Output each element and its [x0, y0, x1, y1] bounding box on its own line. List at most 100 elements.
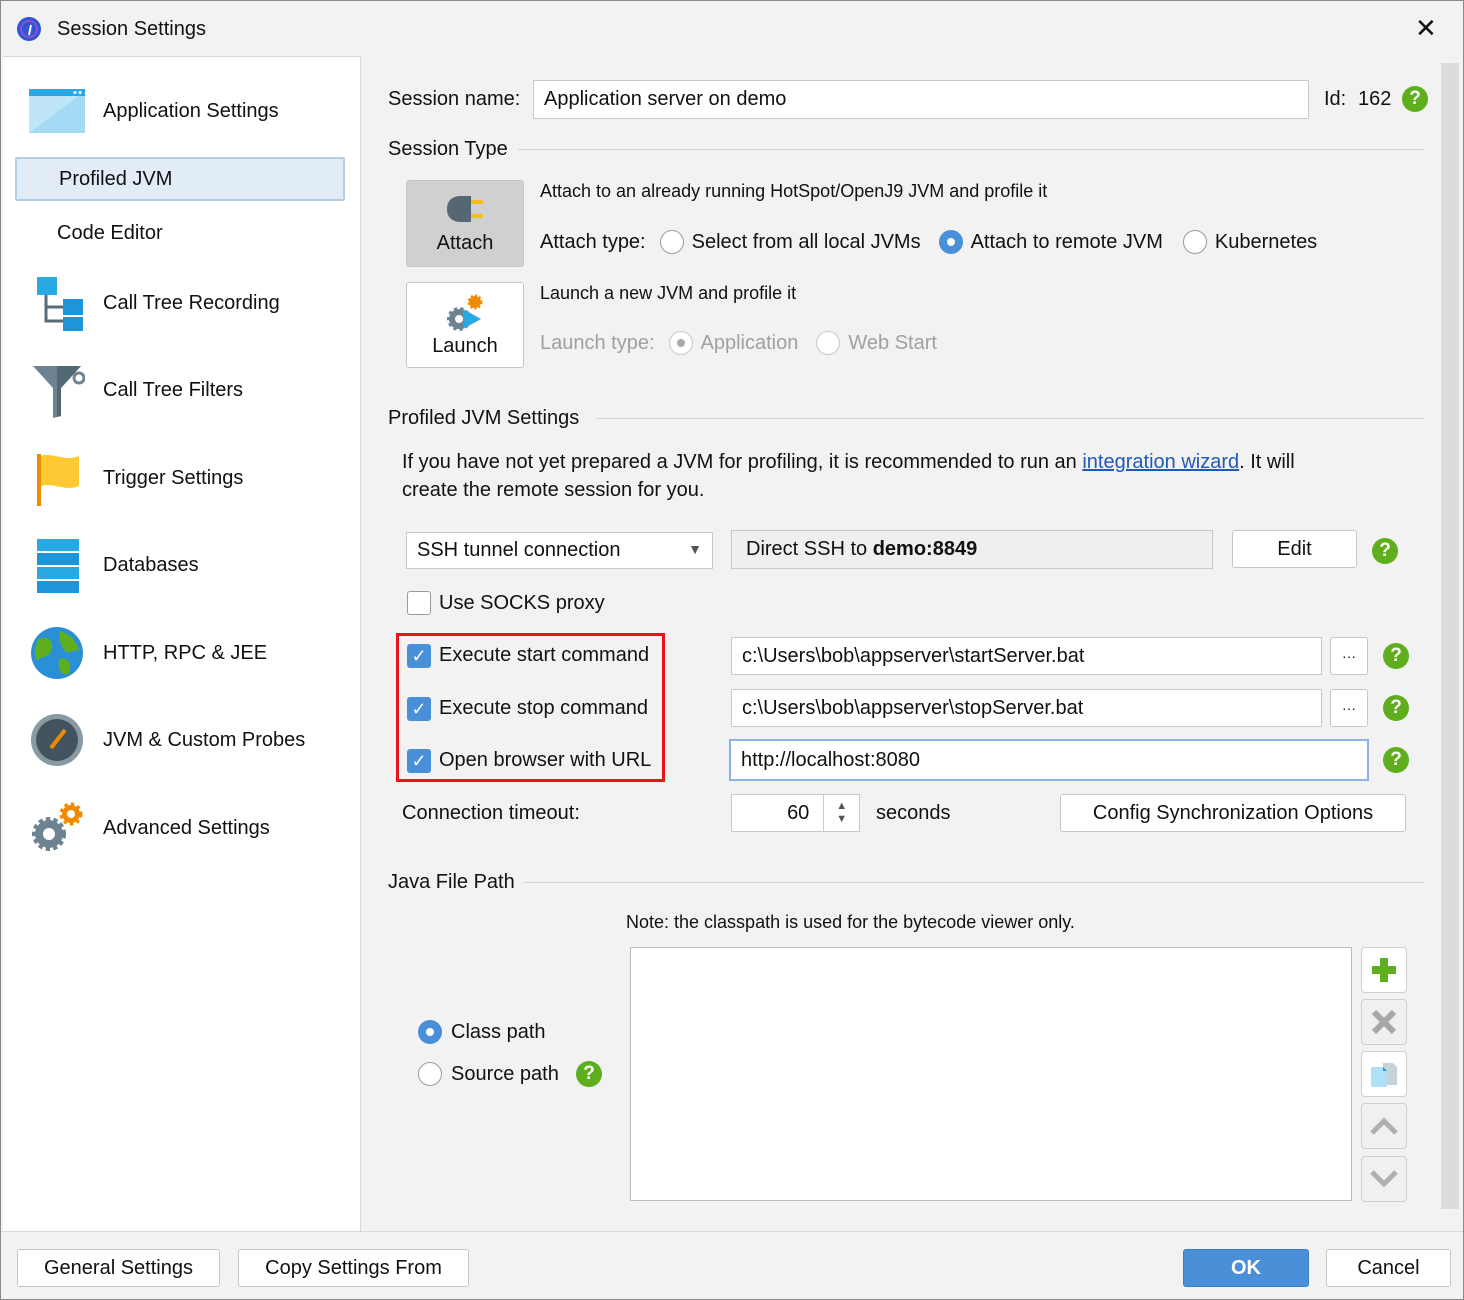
plus-icon: [1372, 958, 1396, 982]
info-text: If you have not yet prepared a JVM for p…: [402, 451, 1083, 473]
launch-description: Launch a new JVM and profile it: [540, 283, 797, 303]
timeout-unit: seconds: [876, 802, 951, 824]
browser-url-value: http://localhost:8080: [741, 748, 921, 771]
sidebar-item-profiled-jvm[interactable]: Profiled JVM: [15, 157, 345, 201]
radio-label: Application: [700, 331, 799, 354]
connection-type-value: SSH tunnel connection: [417, 539, 621, 561]
section-heading: Profiled JVM Settings: [388, 406, 580, 429]
start-command-checkbox[interactable]: ✓: [407, 644, 431, 668]
title-bar: Session Settings ✕: [1, 1, 1463, 56]
sidebar-item-label: Profiled JVM: [59, 167, 173, 190]
stop-command-input[interactable]: c:\Users\bob\appserver\stopServer.bat: [731, 689, 1322, 727]
stop-command-checkbox[interactable]: ✓: [407, 697, 431, 721]
sidebar: Application Settings Profiled JVM Code E…: [3, 56, 361, 1231]
radio-web-start[interactable]: [816, 331, 841, 355]
start-command-input[interactable]: c:\Users\bob\appserver\startServer.bat: [731, 637, 1322, 675]
radio-remote-jvm[interactable]: [938, 230, 963, 254]
class-path-option[interactable]: Class path: [418, 1020, 546, 1044]
chevron-up-icon: [1370, 1117, 1398, 1135]
info-text: create the remote session for you.: [402, 479, 705, 501]
radio-class-path[interactable]: [418, 1020, 442, 1044]
sidebar-item-call-tree-recording[interactable]: Call Tree Recording: [3, 273, 361, 333]
general-settings-button[interactable]: General Settings: [17, 1249, 220, 1287]
edit-button[interactable]: Edit: [1232, 530, 1357, 568]
connection-type-select[interactable]: SSH tunnel connection ▼: [406, 532, 713, 569]
ok-button[interactable]: OK: [1183, 1249, 1309, 1287]
attach-type-row: Attach type: Select from all local JVMs …: [540, 230, 1317, 254]
path-list[interactable]: [630, 947, 1352, 1201]
radio-label: Web Start: [848, 331, 937, 354]
help-icon[interactable]: ?: [1383, 643, 1409, 669]
timeout-value: 60: [787, 801, 810, 824]
radio-label: Class path: [451, 1020, 546, 1043]
session-name-label: Session name:: [388, 88, 521, 110]
browse-stop-button[interactable]: ···: [1330, 689, 1368, 727]
attach-button[interactable]: Attach: [406, 180, 524, 267]
help-icon[interactable]: ?: [1383, 747, 1409, 773]
flag-icon: [37, 454, 79, 506]
open-browser-checkbox[interactable]: ✓: [407, 749, 431, 773]
socks-proxy-label: Use SOCKS proxy: [439, 592, 605, 614]
sidebar-item-code-editor[interactable]: Code Editor: [15, 211, 345, 255]
start-command-label: Execute start command: [439, 644, 650, 666]
browser-url-input[interactable]: http://localhost:8080: [729, 739, 1369, 781]
add-button[interactable]: [1361, 947, 1407, 993]
sidebar-item-http-rpc-jee[interactable]: HTTP, RPC & JEE: [3, 623, 361, 683]
close-button[interactable]: ✕: [1415, 13, 1437, 44]
launch-type-label: Launch type:: [540, 331, 655, 354]
session-name-input[interactable]: Application server on demo: [533, 80, 1309, 119]
classpath-note: Note: the classpath is used for the byte…: [626, 912, 1075, 932]
source-path-option[interactable]: Source path: [418, 1062, 559, 1086]
divider: [518, 149, 1424, 150]
radio-label: Select from all local JVMs: [691, 230, 921, 253]
launch-type-row: Launch type: Application Web Start: [540, 331, 937, 355]
radio-kubernetes[interactable]: [1182, 230, 1207, 254]
sidebar-item-label: Code Editor: [57, 221, 163, 244]
move-up-button[interactable]: [1361, 1103, 1407, 1149]
sidebar-item-advanced-settings[interactable]: Advanced Settings: [3, 798, 361, 858]
remove-button[interactable]: [1361, 999, 1407, 1045]
sidebar-item-trigger-settings[interactable]: Trigger Settings: [3, 448, 361, 508]
radio-application[interactable]: [668, 331, 693, 355]
sidebar-item-label: Application Settings: [103, 99, 279, 122]
copy-button[interactable]: [1361, 1051, 1407, 1097]
help-icon[interactable]: ?: [1383, 695, 1409, 721]
launch-button[interactable]: Launch: [406, 282, 524, 368]
browse-start-button[interactable]: ···: [1330, 637, 1368, 675]
stop-command-label: Execute stop command: [439, 697, 648, 719]
plug-icon: [447, 196, 483, 222]
sidebar-item-label: Databases: [103, 553, 199, 576]
radio-local-jvms[interactable]: [659, 230, 684, 254]
timeout-label: Connection timeout:: [402, 802, 580, 824]
config-sync-button[interactable]: Config Synchronization Options: [1060, 794, 1406, 832]
session-id-value: 162: [1358, 88, 1392, 110]
app-logo-icon: [17, 17, 41, 41]
radio-label: Attach to remote JVM: [970, 230, 1163, 253]
stop-command-value: c:\Users\bob\appserver\stopServer.bat: [742, 696, 1084, 719]
delete-x-icon: [1371, 1009, 1397, 1035]
integration-wizard-link[interactable]: integration wizard: [1082, 451, 1239, 473]
footer-divider: [1, 1231, 1463, 1232]
integration-info: If you have not yet prepared a JVM for p…: [402, 448, 1295, 504]
timeout-spinner[interactable]: 60 ▲ ▼: [731, 794, 860, 832]
move-down-button[interactable]: [1361, 1156, 1407, 1202]
vertical-scrollbar[interactable]: [1441, 63, 1459, 1209]
help-icon[interactable]: ?: [576, 1061, 602, 1087]
sidebar-item-databases[interactable]: Databases: [3, 535, 361, 595]
section-heading: Session Type: [388, 137, 508, 160]
session-name-value: Application server on demo: [544, 88, 787, 110]
copy-settings-button[interactable]: Copy Settings From: [238, 1249, 469, 1287]
spinner-arrows-icon[interactable]: ▲ ▼: [823, 795, 859, 831]
sidebar-item-application-settings[interactable]: Application Settings: [3, 81, 361, 141]
socks-proxy-checkbox[interactable]: [407, 591, 431, 615]
cancel-button[interactable]: Cancel: [1326, 1249, 1451, 1287]
help-icon[interactable]: ?: [1402, 86, 1428, 112]
help-icon[interactable]: ?: [1372, 538, 1398, 564]
sidebar-item-label: Advanced Settings: [103, 816, 270, 839]
sidebar-item-jvm-custom-probes[interactable]: JVM & Custom Probes: [3, 710, 361, 770]
info-text: . It will: [1239, 451, 1295, 473]
sidebar-item-call-tree-filters[interactable]: Call Tree Filters: [3, 360, 361, 420]
radio-source-path[interactable]: [418, 1062, 442, 1086]
attach-button-label: Attach: [436, 232, 494, 254]
attach-description: Attach to an already running HotSpot/Ope…: [540, 181, 1048, 201]
